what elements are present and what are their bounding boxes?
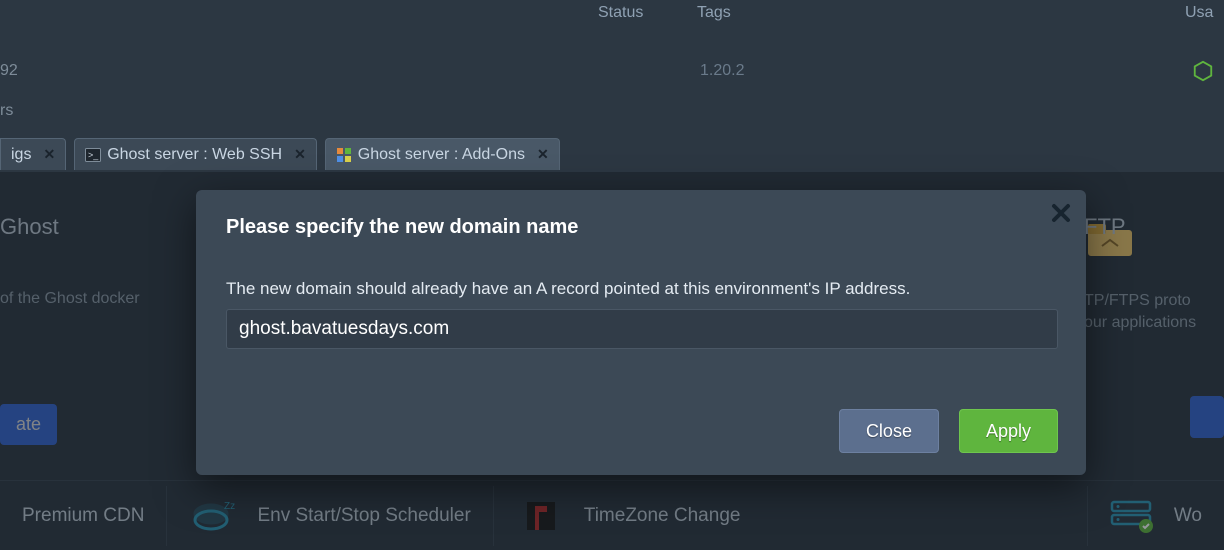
usage-indicator-icon xyxy=(1192,60,1214,82)
domain-modal: Please specify the new domain name The n… xyxy=(196,190,1086,475)
row-fragment-ers: rs xyxy=(0,102,13,120)
tab-web-ssh[interactable]: >_ Ghost server : Web SSH ✕ xyxy=(74,138,317,170)
modal-title: Please specify the new domain name xyxy=(226,216,1056,239)
column-header-usage: Usa xyxy=(1185,4,1213,22)
tab-addons[interactable]: Ghost server : Add-Ons ✕ xyxy=(325,138,560,170)
tab-label: Ghost server : Add-Ons xyxy=(358,146,525,164)
tab-igs[interactable]: igs ✕ xyxy=(0,138,66,170)
row-version: 1.20.2 xyxy=(700,62,744,80)
puzzle-icon xyxy=(336,147,352,163)
close-icon[interactable]: ✕ xyxy=(294,146,306,163)
terminal-icon: >_ xyxy=(85,148,101,162)
close-icon[interactable] xyxy=(1050,202,1072,229)
row-id-fragment: 92 xyxy=(0,62,18,80)
tab-bar: igs ✕ >_ Ghost server : Web SSH ✕ Ghost … xyxy=(0,138,568,170)
column-header-tags: Tags xyxy=(697,4,731,22)
domain-input[interactable] xyxy=(226,309,1058,349)
close-icon[interactable]: ✕ xyxy=(43,146,55,163)
modal-description: The new domain should already have an A … xyxy=(226,279,1056,299)
apply-button[interactable]: Apply xyxy=(959,409,1058,453)
column-header-status: Status xyxy=(598,4,643,22)
tab-label: igs xyxy=(11,146,31,164)
tab-label: Ghost server : Web SSH xyxy=(107,146,282,164)
svg-text:>_: >_ xyxy=(88,150,99,160)
close-button[interactable]: Close xyxy=(839,409,939,453)
close-icon[interactable]: ✕ xyxy=(537,146,549,163)
